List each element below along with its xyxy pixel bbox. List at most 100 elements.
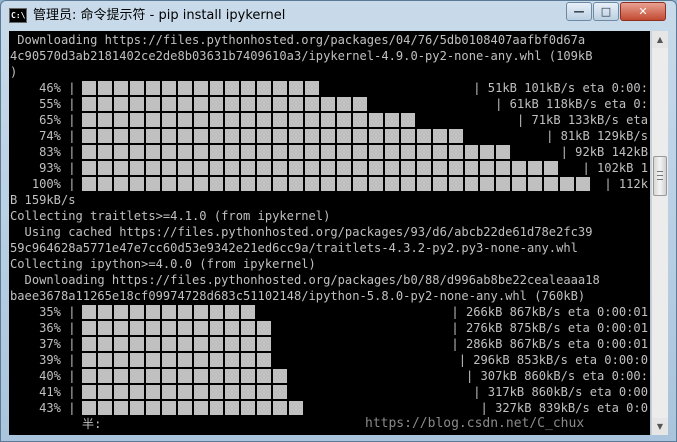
progress-bar-cell <box>209 369 224 383</box>
progress-bar-cell <box>129 81 144 95</box>
progress-bar-cell <box>289 145 304 159</box>
progress-bar-cell <box>161 161 176 175</box>
progress-bar-cell <box>257 353 272 367</box>
progress-bar-cell <box>177 81 192 95</box>
progress-status: | 286kB 867kB/s eta 0:00:01 <box>451 337 648 351</box>
progress-bar-cell <box>193 305 208 319</box>
progress-bar-cell <box>225 369 240 383</box>
progress-bar-cell <box>257 161 272 175</box>
title-bar[interactable]: C:\ 管理员: 命令提示符 - pip install ipykernel —… <box>1 1 676 29</box>
progress-bar-cell <box>305 81 320 95</box>
window-title: 管理员: 命令提示符 - pip install ipykernel <box>33 8 286 23</box>
progress-bar-cell <box>193 385 208 399</box>
progress-bar-cell <box>145 369 160 383</box>
progress-label: 35% | <box>10 305 76 319</box>
progress-label: 93% | <box>10 161 76 175</box>
progress-bar-cell <box>448 177 463 191</box>
progress-bar-cell <box>368 177 383 191</box>
progress-bar-cell <box>400 113 415 127</box>
progress-bar-cell <box>576 177 590 191</box>
progress-status: | 276kB 875kB/s eta 0:00:01 <box>451 321 648 335</box>
progress-bar-cell <box>432 145 447 159</box>
progress-bar-cell <box>257 385 272 399</box>
progress-bar-cell <box>512 161 527 175</box>
progress-bar-cell <box>161 401 176 415</box>
progress-bar-cell <box>225 97 240 111</box>
progress-bar-cell <box>273 385 288 399</box>
progress-bar-cell <box>225 81 240 95</box>
close-button[interactable]: ✕ <box>620 2 666 21</box>
progress-bar-cell <box>97 321 112 335</box>
progress-bar-cell <box>129 337 144 351</box>
progress-bar-cell <box>82 385 96 399</box>
progress-bar-cell <box>145 337 160 351</box>
maximize-button[interactable]: □ <box>593 2 619 21</box>
cmd-app-icon[interactable]: C:\ <box>9 8 27 23</box>
progress-bar-cell <box>337 145 351 159</box>
thumb-grip <box>657 171 663 172</box>
progress-bar-cell <box>209 113 224 127</box>
progress-bar-cell <box>225 337 240 351</box>
progress-bar-cell <box>177 321 192 335</box>
progress-bar-cell <box>129 305 144 319</box>
progress-bar-cell <box>528 161 543 175</box>
progress-label: 40% | <box>10 369 76 383</box>
progress-bar-cell <box>225 161 240 175</box>
progress-bar-cell <box>209 321 224 335</box>
progress-label: 36% | <box>10 321 76 335</box>
progress-bar-cell <box>113 385 128 399</box>
thumb-grip <box>657 179 663 180</box>
vertical-scrollbar[interactable]: ▲ ▼ <box>651 31 668 435</box>
scrollbar-thumb[interactable] <box>653 156 667 196</box>
progress-bar-cell <box>352 177 367 191</box>
progress-bar-cell <box>145 145 160 159</box>
progress-bar-cell <box>337 161 351 175</box>
progress-bar-cell <box>209 81 224 95</box>
progress-bar-cell <box>305 177 320 191</box>
progress-label: 46% | <box>10 81 76 95</box>
progress-bar-cell <box>337 129 351 143</box>
progress-bar-cell <box>289 113 304 127</box>
progress-status: | 81kB 129kB/s <box>546 129 648 143</box>
progress-bar-cell <box>241 161 256 175</box>
progress-bar-cell <box>161 385 176 399</box>
progress-bar-cell <box>416 161 431 175</box>
progress-bar-cell <box>129 129 144 143</box>
progress-status: | 266kB 867kB/s eta 0:00:01 <box>451 305 648 319</box>
progress-bar-cell <box>113 369 128 383</box>
progress-status: | 317kB 860kB/s eta 0:00 <box>473 385 648 399</box>
progress-bar-cell <box>209 337 224 351</box>
console-output[interactable]: Downloading https://files.pythonhosted.o… <box>9 31 650 435</box>
progress-bar-cell <box>273 97 288 111</box>
progress-bar-cell <box>496 161 511 175</box>
progress-bar-cell <box>289 401 304 415</box>
progress-status: | 112k <box>604 177 648 191</box>
progress-bar-cell <box>225 353 240 367</box>
progress-bar-cell <box>193 129 208 143</box>
scroll-up-arrow-icon[interactable]: ▲ <box>652 31 668 48</box>
console-line: Downloading https://files.pythonhosted.o… <box>10 273 600 287</box>
progress-bar-cell <box>129 321 144 335</box>
progress-label: 65% | <box>10 113 76 127</box>
minimize-button[interactable]: — <box>566 2 592 21</box>
progress-bar-cell <box>337 177 351 191</box>
progress-bar-cell <box>161 177 176 191</box>
progress-bar-cell <box>241 385 256 399</box>
progress-bar-cell <box>273 369 288 383</box>
progress-bar-cell <box>129 145 144 159</box>
progress-bar-cell <box>368 145 383 159</box>
scroll-down-arrow-icon[interactable]: ▼ <box>652 418 668 435</box>
progress-bar-cell <box>305 97 320 111</box>
progress-bar-cell <box>145 177 160 191</box>
progress-bar-cell <box>352 97 367 111</box>
progress-bar-cell <box>560 177 575 191</box>
progress-bar-cell <box>321 97 335 111</box>
progress-status: | 307kB 860kB/s eta 0:00: <box>465 369 648 383</box>
progress-bar-cell <box>113 81 128 95</box>
progress-status: | 102kB 1 <box>582 161 648 175</box>
progress-bar-cell <box>113 353 128 367</box>
progress-bar-cell <box>193 401 208 415</box>
progress-bar-cell <box>129 113 144 127</box>
progress-bar-cell <box>82 129 96 143</box>
progress-bar-cell <box>113 97 128 111</box>
